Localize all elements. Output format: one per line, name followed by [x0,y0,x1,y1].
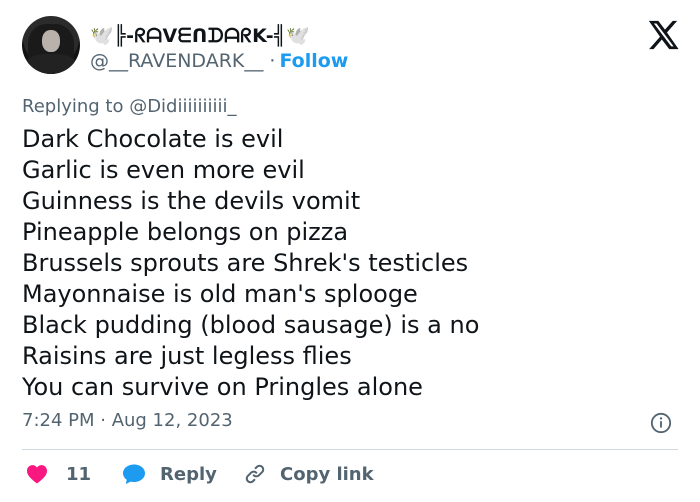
info-icon[interactable] [650,412,672,434]
handle-row: @__RAVENDARK__ · Follow [90,50,348,72]
separator-dot: · [269,50,276,72]
x-logo-icon[interactable] [646,18,680,52]
tweet-line: Garlic is even more evil [22,156,305,184]
tweet-line: You can survive on Pringles alone [22,373,423,401]
avatar-shirt [26,54,76,74]
tweet-line: Mayonnaise is old man's splooge [22,280,418,308]
copy-link-button[interactable]: Copy link [244,459,374,489]
tweet-line: Raisins are just legless flies [22,342,352,370]
reply-label: Reply [160,463,217,485]
follow-button[interactable]: Follow [279,50,348,72]
avatar[interactable] [22,16,80,74]
reply-button[interactable]: Reply [122,459,217,489]
replying-to[interactable]: Replying to @Didiiiiiiiiii_ [22,96,237,117]
reply-bubble-icon [123,464,145,484]
tweet-line: Pineapple belongs on pizza [22,218,349,246]
heart-icon [27,465,47,484]
divider [22,449,678,450]
tweet-text: Dark Chocolate is evil Garlic is even mo… [22,124,682,403]
tweet-header: 🕊️╠-ᖇᗩᐯᗴᑎᗪᗩᖇK-╣🕊️ @__RAVENDARK__ · Follow [22,14,682,84]
copy-link-label: Copy link [280,463,374,485]
user-handle[interactable]: @__RAVENDARK__ [90,50,263,72]
tweet-line: Guinness is the devils vomit [22,187,361,215]
tweet-line: Dark Chocolate is evil [22,125,284,153]
tweet-line: Brussels sprouts are Shrek's testicles [22,249,469,277]
avatar-face [42,30,60,52]
like-button[interactable]: 11 [26,459,91,489]
display-name[interactable]: 🕊️╠-ᖇᗩᐯᗴᑎᗪᗩᖇK-╣🕊️ [90,24,310,47]
like-count: 11 [66,463,92,485]
action-bar: 11 Reply Copy link [22,459,682,489]
link-icon [245,464,265,484]
tweet-line: Black pudding (blood sausage) is a no [22,311,480,339]
timestamp[interactable]: 7:24 PM · Aug 12, 2023 [22,410,233,431]
